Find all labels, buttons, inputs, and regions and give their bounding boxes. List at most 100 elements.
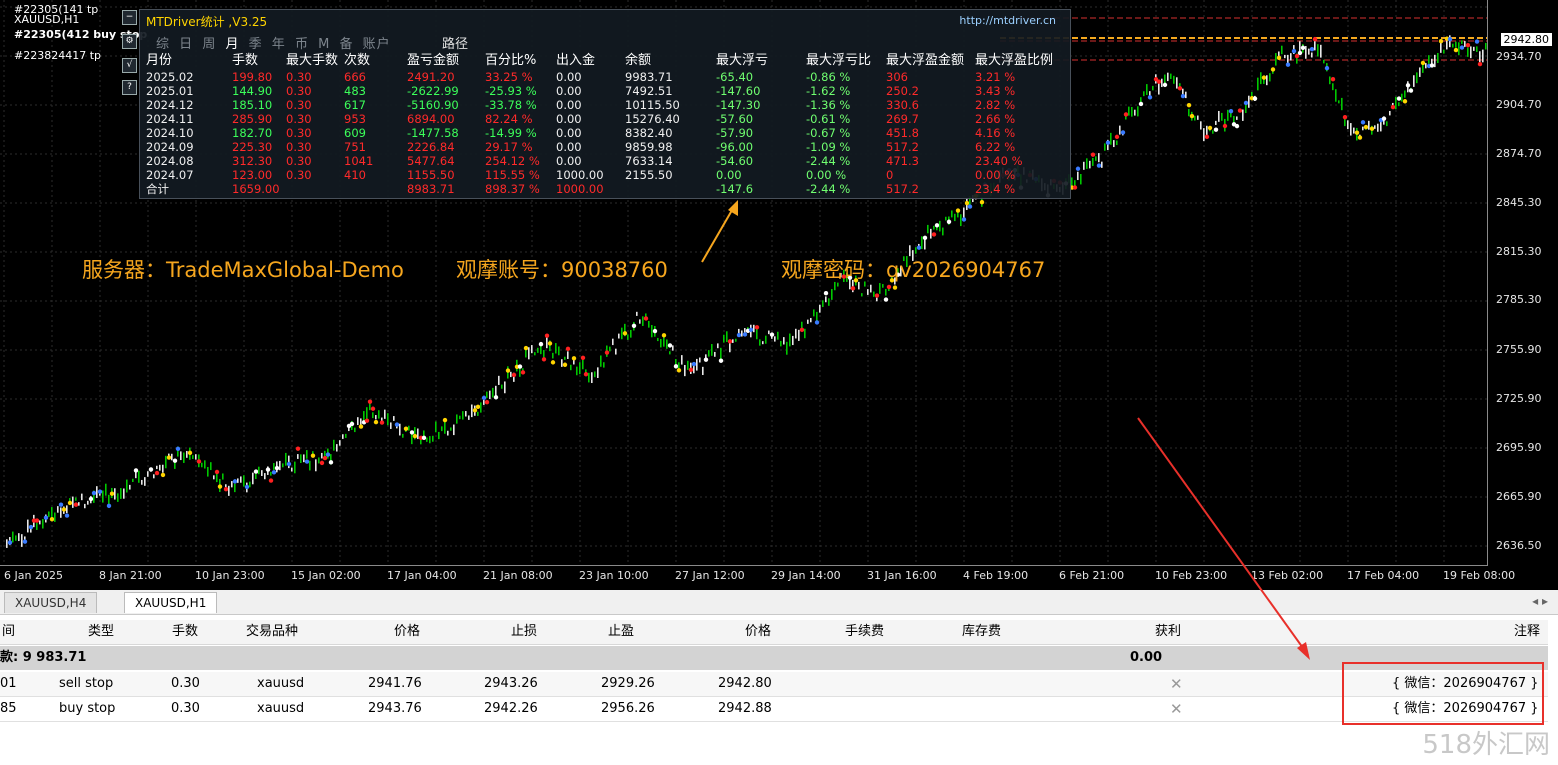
tab-summary[interactable]: 综 — [156, 37, 170, 52]
order-sl: 2942.26 — [484, 701, 538, 716]
col-time[interactable]: 间 — [2, 620, 15, 644]
tab-m[interactable]: M — [318, 37, 330, 52]
close-order-icon[interactable]: ✕ — [1170, 672, 1183, 696]
candle — [378, 410, 380, 419]
candle — [717, 343, 719, 349]
candle — [384, 409, 386, 419]
tab-week[interactable]: 周 — [202, 37, 216, 52]
tab-quarter[interactable]: 季 — [249, 37, 263, 52]
trade-marker — [286, 461, 292, 467]
minimize-icon[interactable]: − — [122, 10, 137, 25]
candle — [1473, 46, 1475, 51]
trade-marker — [1186, 102, 1192, 108]
candle — [426, 437, 428, 442]
panel-cell: 余额 — [625, 53, 652, 68]
check-icon[interactable]: √ — [122, 58, 137, 73]
col-current[interactable]: 价格 — [745, 620, 771, 644]
current-price-tag: 2942.80 — [1500, 33, 1552, 46]
panel-cell: 次数 — [344, 53, 371, 68]
candle — [498, 375, 500, 385]
panel-url[interactable]: http://mtdriver.cn — [959, 14, 1056, 27]
col-comment[interactable]: 注释 — [1514, 620, 1540, 644]
trade-marker — [475, 404, 481, 409]
col-price[interactable]: 价格 — [394, 620, 420, 644]
candle — [255, 473, 257, 479]
panel-cell: -33.78 % — [485, 98, 537, 112]
panel-cell: 9859.98 — [625, 140, 673, 154]
candle — [171, 453, 173, 461]
candle — [762, 341, 764, 345]
trade-marker — [106, 503, 112, 509]
panel-cell: 82.24 % — [485, 112, 533, 126]
panel-cell: 8382.40 — [625, 126, 673, 140]
candle — [195, 454, 197, 460]
col-lots[interactable]: 手数 — [172, 620, 198, 644]
tab-year[interactable]: 年 — [272, 37, 286, 52]
candle — [357, 417, 359, 426]
tab-month[interactable]: 月 — [225, 37, 239, 52]
candle — [780, 340, 782, 347]
table-row[interactable]: 01 sell stop 0.30 xauusd 2941.76 2943.26… — [0, 672, 1548, 697]
col-type[interactable]: 类型 — [88, 620, 114, 644]
candle — [528, 347, 530, 360]
trade-marker — [97, 489, 103, 494]
panel-cell: 953 — [344, 112, 366, 126]
candle — [483, 399, 485, 405]
candle — [375, 415, 377, 420]
col-tp[interactable]: 止盈 — [608, 620, 634, 644]
trade-marker — [304, 459, 310, 464]
panel-cell: -5160.90 — [407, 98, 459, 112]
candle — [783, 337, 785, 345]
panel-cell: 2024.12 — [146, 98, 194, 112]
candle — [777, 331, 779, 340]
panel-cell: 10115.50 — [625, 98, 680, 112]
tab-account[interactable]: 账户 — [363, 37, 391, 52]
candle — [423, 430, 425, 437]
trade-marker — [1297, 50, 1303, 56]
candle — [1098, 153, 1100, 163]
candle — [114, 488, 116, 500]
settings-icon[interactable]: ⚙ — [122, 34, 137, 49]
panel-cell: -54.60 — [716, 154, 754, 168]
help-icon[interactable]: ? — [122, 80, 137, 95]
trade-marker — [328, 460, 334, 465]
trade-marker — [604, 350, 610, 355]
candle — [1158, 82, 1160, 95]
panel-cell: 29.17 % — [485, 140, 533, 154]
tab-xauusd-h4[interactable]: XAUUSD,H4 — [4, 592, 98, 613]
panel-cell: 月份 — [146, 53, 173, 68]
col-profit[interactable]: 获利 — [1155, 620, 1181, 644]
path-button[interactable]: 路径 — [442, 33, 468, 52]
tab-day[interactable]: 日 — [179, 37, 193, 52]
trade-marker — [1459, 45, 1465, 50]
tab-backup[interactable]: 备 — [339, 37, 353, 52]
candle — [609, 346, 611, 352]
trade-marker — [295, 446, 301, 451]
scroll-arrows-icon[interactable]: ◂ ▸ — [1532, 594, 1548, 608]
price-chart[interactable]: #22305(141 tp XAUUSD,H1 #22305(412 buy s… — [0, 0, 1558, 590]
candle — [1422, 64, 1424, 73]
balance-row: 款: 9 983.71 0.00 — [0, 646, 1548, 670]
candle — [159, 464, 161, 471]
candle — [468, 415, 470, 420]
candle — [702, 366, 704, 376]
candle — [831, 289, 833, 300]
table-row[interactable]: 85 buy stop 0.30 xauusd 2943.76 2942.26 … — [0, 697, 1548, 722]
col-symbol[interactable]: 交易品种 — [246, 620, 298, 644]
candle — [510, 371, 512, 378]
candle — [417, 428, 419, 440]
candle — [204, 460, 206, 469]
candle — [741, 330, 743, 337]
panel-cell: 百分比% — [485, 53, 537, 68]
col-commission[interactable]: 手续费 — [845, 620, 884, 644]
col-sl[interactable]: 止损 — [511, 620, 537, 644]
close-order-icon[interactable]: ✕ — [1170, 697, 1183, 721]
panel-cell: 182.70 — [232, 126, 273, 140]
panel-cell: -147.30 — [716, 98, 761, 112]
time-tick-label: 17 Feb 04:00 — [1347, 569, 1420, 582]
tab-currency[interactable]: 币 — [295, 37, 309, 52]
trade-marker — [1357, 135, 1363, 140]
tab-xauusd-h1[interactable]: XAUUSD,H1 — [124, 592, 218, 613]
panel-cell: 最大浮亏 — [716, 53, 769, 68]
col-swap[interactable]: 库存费 — [962, 620, 1001, 644]
